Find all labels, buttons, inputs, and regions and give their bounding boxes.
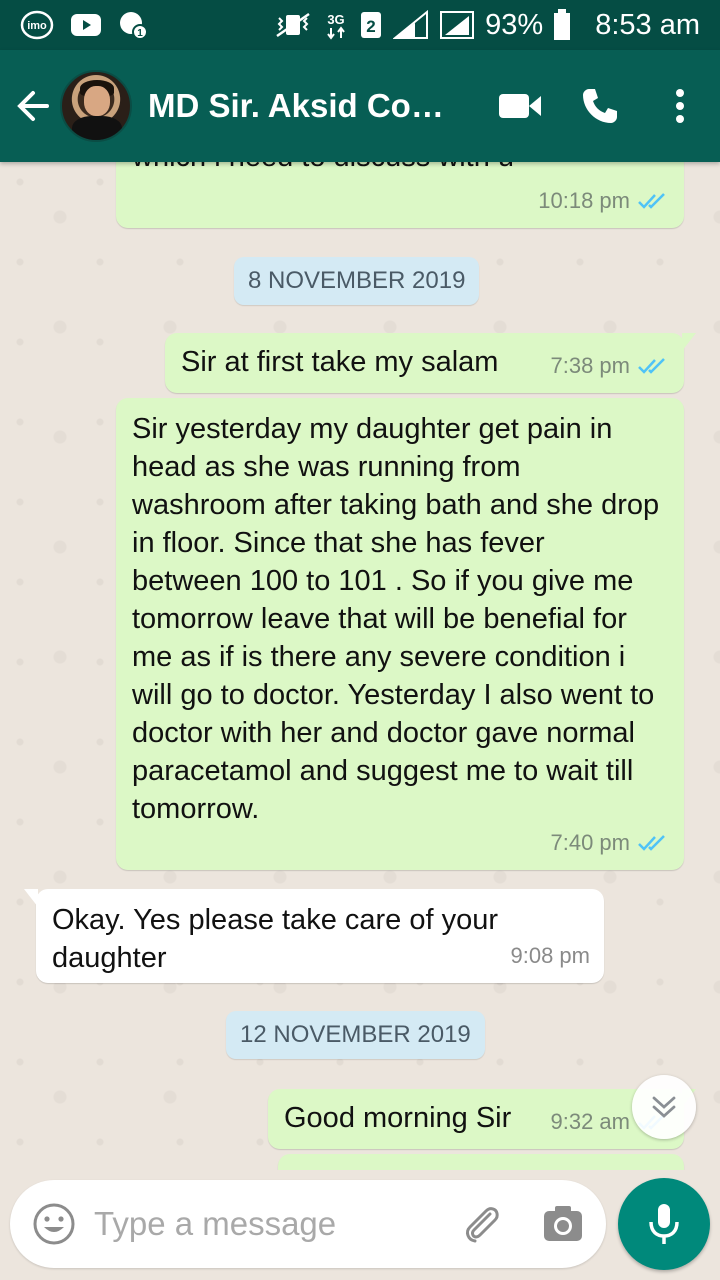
double-check-read-icon [638,358,665,374]
message-list[interactable]: which i need to discuss with u 10:18 pm … [0,162,720,1170]
contact-name[interactable]: MD Sir. Aksid Co… [148,87,448,125]
battery-icon [553,9,571,41]
clock: 8:53 am [595,8,700,41]
chat-header: MD Sir. Aksid Co… [0,50,720,162]
youtube-icon [70,13,102,37]
message-time: 9:32 am [550,1109,631,1134]
microphone-icon [649,1204,679,1244]
messenger-icon: 1 [118,10,148,40]
message-out[interactable]: Sir at first take my salam 7:38 pm [165,333,696,393]
avatar[interactable] [60,70,132,142]
message-text: Sir at first take my salam [181,346,499,378]
double-check-read-icon [638,835,665,851]
message-out[interactable]: which i need to discuss with u 10:18 pm [116,162,684,228]
message-text: Sir yesterday my daughter get pain in he… [132,413,660,825]
camera-icon [544,1206,582,1241]
scroll-to-bottom-button[interactable] [632,1075,696,1139]
message-time: 7:40 pm [550,830,631,855]
date-separator: 8 NOVEMBER 2019 [234,257,480,305]
emoji-icon [33,1203,75,1245]
sim-2-icon: 2 [359,10,383,40]
video-call-button[interactable] [480,50,560,162]
paperclip-icon [466,1207,499,1243]
message-input[interactable] [94,1205,424,1243]
imo-icon: imo [20,10,54,40]
back-button[interactable] [6,50,60,162]
message-text: Okay. Yes please take care of your daugh… [52,904,499,974]
message-out[interactable]: Good morning Sir 9:32 am [268,1089,696,1149]
message-time: 10:18 pm [538,188,630,213]
message-text: which i need to discuss with u [132,162,514,176]
date-separator: 12 NOVEMBER 2019 [226,1011,485,1059]
svg-text:2: 2 [366,17,375,36]
composer [10,1180,606,1268]
signal-icon [393,10,429,40]
message-out[interactable]: Sir yesterday my daughter get pain in he… [116,398,684,870]
arrow-left-icon [17,91,49,121]
camera-button[interactable] [542,1205,584,1243]
battery-percent: 93% [485,8,544,41]
phone-icon [583,89,617,123]
attach-button[interactable] [460,1202,504,1246]
status-bar: imo 1 3G 2 93% 8:53 am [0,0,720,50]
voice-call-button[interactable] [560,50,640,162]
more-options-button[interactable] [640,50,720,162]
double-check-read-icon [638,193,665,209]
message-text: Good morning Sir [284,1102,512,1134]
emoji-button[interactable] [32,1202,76,1246]
vibrate-mute-icon [273,12,313,38]
network-3g-icon: 3G [323,10,349,40]
svg-text:imo: imo [27,20,47,32]
svg-text:1: 1 [137,28,143,39]
svg-text:3G: 3G [327,12,344,27]
more-vertical-icon [676,89,684,123]
video-camera-icon [499,94,541,118]
double-chevron-down-icon [652,1096,676,1118]
message-time: 9:08 pm [510,943,591,968]
message-in[interactable]: Okay. Yes please take care of your daugh… [24,889,604,983]
message-time: 7:38 pm [550,353,631,378]
voice-message-button[interactable] [618,1178,710,1270]
signal-2-icon [439,10,475,40]
message-out-partial[interactable] [278,1154,684,1170]
